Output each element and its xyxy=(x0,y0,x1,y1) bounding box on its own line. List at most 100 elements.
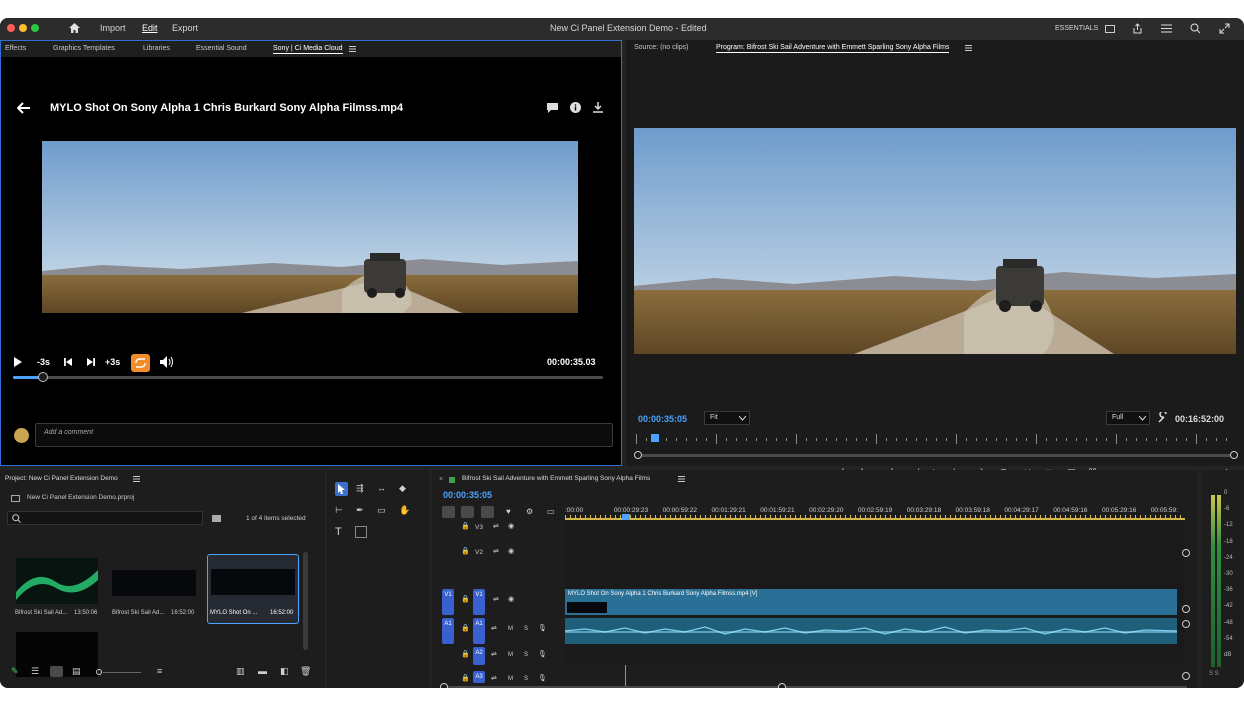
back-arrow-icon[interactable] xyxy=(17,102,31,114)
volume-icon[interactable] xyxy=(160,356,174,368)
vscroll-handle-bottom[interactable] xyxy=(1182,672,1190,680)
meter-solo-buttons[interactable]: S S xyxy=(1209,671,1219,677)
hscroll-handle-left[interactable] xyxy=(440,683,448,688)
folder-icon[interactable]: ▬ xyxy=(258,667,267,676)
sequence-name[interactable]: Bifrost Ski Sail Adventure with Emmett S… xyxy=(462,475,650,482)
tab-essential-sound[interactable]: Essential Sound xyxy=(196,45,247,52)
caption-tool-icon[interactable] xyxy=(355,526,367,538)
lock-icon[interactable]: 🔒 xyxy=(461,625,470,632)
audio-clip[interactable] xyxy=(565,618,1177,644)
snap-button[interactable] xyxy=(461,506,474,518)
sync-lock-icon[interactable]: ⇌ xyxy=(491,625,497,632)
sort-icon[interactable]: ≡ xyxy=(157,667,162,676)
panel-toggle-icon[interactable] xyxy=(1105,25,1115,33)
vscroll-handle-v[interactable] xyxy=(1182,605,1190,613)
info-icon[interactable] xyxy=(570,102,581,113)
zoom-handle-right[interactable] xyxy=(1230,451,1238,459)
eye-icon[interactable]: ◉ xyxy=(508,523,514,530)
ci-scrub-handle[interactable] xyxy=(37,372,48,382)
lock-icon[interactable]: 🔒 xyxy=(461,548,470,555)
solo-button[interactable]: S xyxy=(524,652,528,658)
razor-icon[interactable]: ◆ xyxy=(399,484,406,493)
lock-icon[interactable]: 🔒 xyxy=(461,596,470,603)
icon-view-button[interactable] xyxy=(50,666,63,677)
pen-icon[interactable]: ✎ xyxy=(11,667,19,676)
close-sequence-icon[interactable]: × xyxy=(439,476,443,483)
timeline-hscroll[interactable] xyxy=(442,686,1187,688)
sync-lock-icon[interactable]: ⇌ xyxy=(491,651,497,658)
timeline-settings-icon[interactable]: ⚙ xyxy=(526,508,533,516)
microphone-icon[interactable]: 🎙 xyxy=(538,651,547,658)
captions-icon[interactable]: ▭ xyxy=(547,508,555,516)
project-menu-icon[interactable] xyxy=(133,476,140,482)
microphone-icon[interactable]: 🎙 xyxy=(538,625,547,632)
lock-icon[interactable]: 🔒 xyxy=(461,651,470,658)
sync-lock-icon[interactable]: ⇌ xyxy=(493,548,499,555)
freeform-view-icon[interactable]: ▤ xyxy=(72,667,81,676)
project-title[interactable]: Project: New Ci Panel Extension Demo xyxy=(5,475,118,482)
add-marker-icon[interactable]: ♥ xyxy=(506,508,511,516)
new-item-icon[interactable]: ◧ xyxy=(280,667,289,676)
workspace-menu-icon[interactable] xyxy=(1161,24,1172,33)
quality-select[interactable]: Full xyxy=(1106,411,1150,425)
program-ruler[interactable] xyxy=(636,434,1236,444)
tab-libraries[interactable]: Libraries xyxy=(143,45,170,52)
panel-menu-icon[interactable] xyxy=(349,46,356,52)
tab-source[interactable]: Source: (no clips) xyxy=(634,44,688,51)
mute-button[interactable]: M xyxy=(508,652,513,658)
sync-lock-icon[interactable]: ⇌ xyxy=(493,523,499,530)
close-window-button[interactable] xyxy=(7,24,15,32)
ci-scrub-bar[interactable] xyxy=(13,376,603,379)
comment-icon[interactable] xyxy=(547,103,558,113)
zoom-slider-handle[interactable] xyxy=(96,669,102,675)
linked-selection-button[interactable] xyxy=(481,506,494,518)
share-icon[interactable] xyxy=(1132,23,1143,34)
monitor-menu-icon[interactable] xyxy=(965,45,972,51)
track-select-icon[interactable]: ⇶ xyxy=(356,484,364,493)
insert-overwrite-button[interactable] xyxy=(442,506,455,518)
fullscreen-icon[interactable] xyxy=(1219,23,1230,34)
loop-button[interactable] xyxy=(131,354,150,372)
zoom-handle-left[interactable] xyxy=(634,451,642,459)
lock-icon[interactable]: 🔒 xyxy=(461,675,470,682)
thumbnail-night[interactable] xyxy=(112,570,196,596)
rectangle-tool-icon[interactable]: ▭ xyxy=(377,506,386,515)
menu-export[interactable]: Export xyxy=(172,23,198,33)
mute-button[interactable]: M xyxy=(508,626,513,632)
track-v2[interactable]: V2 xyxy=(475,549,483,556)
home-icon[interactable] xyxy=(69,23,80,33)
back-3s-button[interactable]: -3s xyxy=(37,357,50,367)
type-tool-icon[interactable]: T xyxy=(335,527,342,538)
tab-program[interactable]: Program: Bifrost Ski Sail Adventure with… xyxy=(716,44,950,53)
forward-3s-button[interactable]: +3s xyxy=(105,357,120,367)
ci-video-frame[interactable] xyxy=(42,141,578,313)
track-a3[interactable]: A3 xyxy=(473,671,485,683)
track-a2[interactable]: A2 xyxy=(473,647,485,665)
timeline-timecode[interactable]: 00:00:35:05 xyxy=(443,490,492,500)
eye-icon[interactable]: ◉ xyxy=(508,596,514,603)
play-icon[interactable] xyxy=(14,357,22,367)
hand-tool-icon[interactable]: ✋ xyxy=(399,506,410,515)
slip-tool-icon[interactable]: ⊢ xyxy=(335,506,343,515)
program-zoom-bar[interactable] xyxy=(636,454,1238,457)
track-v3[interactable]: V3 xyxy=(475,524,483,531)
step-back-icon[interactable] xyxy=(64,358,72,366)
list-view-icon[interactable]: ☰ xyxy=(31,667,39,676)
fit-select[interactable]: Fit xyxy=(704,411,750,425)
track-v1[interactable]: V1 xyxy=(473,589,485,615)
lock-icon[interactable]: 🔒 xyxy=(461,523,470,530)
microphone-icon[interactable]: 🎙 xyxy=(538,675,547,682)
track-a1[interactable]: A1 xyxy=(473,618,485,644)
download-icon[interactable] xyxy=(593,102,603,113)
vscroll-handle-a[interactable] xyxy=(1182,620,1190,628)
menu-edit[interactable]: Edit xyxy=(142,23,158,33)
solo-button[interactable]: S xyxy=(524,626,528,632)
tab-graphics-templates[interactable]: Graphics Templates xyxy=(53,45,115,52)
video-clip[interactable]: MYLO Shot On Sony Alpha 1 Chris Burkard … xyxy=(565,589,1177,615)
program-timecode[interactable]: 00:00:35:05 xyxy=(638,414,687,424)
tab-sony-ci-media-cloud[interactable]: Sony | Ci Media Cloud xyxy=(273,45,343,54)
eye-icon[interactable]: ◉ xyxy=(508,548,514,555)
trash-icon[interactable]: 🗑 xyxy=(300,667,311,676)
hscroll-handle-right[interactable] xyxy=(778,683,786,688)
project-search-input[interactable] xyxy=(7,511,203,525)
